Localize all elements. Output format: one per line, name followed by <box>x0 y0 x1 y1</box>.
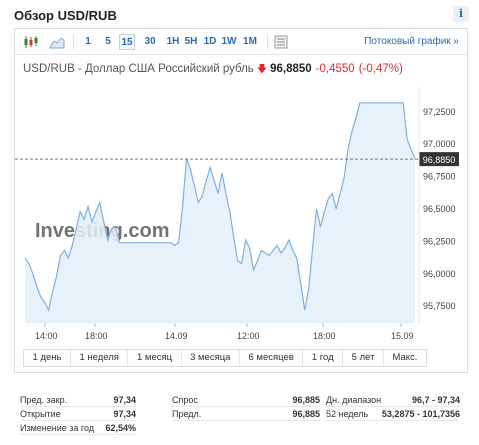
x-tick-label: 15.09 <box>391 331 414 341</box>
page-title: Обзор USD/RUB <box>14 8 117 23</box>
x-tick-label: 18:00 <box>85 331 108 341</box>
stat-label: Открытие <box>20 409 61 419</box>
stat-label: Спрос <box>172 395 198 405</box>
y-tick-label: 97,2500 <box>423 107 456 117</box>
stat-value: 96,7 - 97,34 <box>411 395 460 405</box>
chart-toolbar: 1 5 15 30 1H 5H 1D 1W 1M Потоковый график » <box>15 29 467 55</box>
y-tick-label: 96,2500 <box>423 236 456 246</box>
range-button-3[interactable]: 3 месяца <box>182 350 240 366</box>
interval-button-5h[interactable]: 5H <box>183 34 199 50</box>
y-tick-label: 96,0000 <box>423 269 456 279</box>
x-tick-label: 12:00 <box>237 331 260 341</box>
last-value-label: 96,8850 <box>423 155 456 165</box>
interval-button-1d[interactable]: 1D <box>202 34 218 50</box>
y-tick-label: 96,5000 <box>423 204 456 214</box>
stat-row: Предл. 96,885 <box>172 408 320 420</box>
range-button-7[interactable]: Макс. <box>384 350 426 366</box>
range-button-5[interactable]: 1 год <box>303 350 344 366</box>
stat-row: Дн. диапазон 96,7 - 97,34 <box>326 394 460 406</box>
price-chart[interactable]: Investing.com96,885097,250097,000096,750… <box>15 87 467 347</box>
interval-button-1w[interactable]: 1W <box>221 34 237 50</box>
settings-panel-icon[interactable] <box>273 35 289 49</box>
x-tick-label: 14.09 <box>165 331 188 341</box>
price-change: -0,4550 <box>315 63 355 75</box>
stat-value: 96,885 <box>292 409 320 419</box>
y-tick-label: 97,0000 <box>423 139 456 149</box>
price-change-percent: (-0,47%) <box>358 63 403 75</box>
stat-value: 97,34 <box>113 395 136 405</box>
candlestick-icon[interactable] <box>23 35 39 49</box>
streaming-chart-link[interactable]: Потоковый график » <box>364 34 459 50</box>
stat-label: Изменение за год <box>20 423 95 433</box>
down-arrow-icon: 🡇 <box>256 64 268 75</box>
area-chart-icon[interactable] <box>49 35 65 49</box>
range-button-1[interactable]: 1 неделя <box>71 350 129 366</box>
range-button-4[interactable]: 6 месяцев <box>240 350 304 366</box>
interval-button-5[interactable]: 5 <box>101 34 115 50</box>
instrument-name: USD/RUB - Доллар США Российский рубль <box>23 63 254 75</box>
quote-line: USD/RUB - Доллар США Российский рубль 🡇 96… <box>23 62 403 79</box>
interval-button-1m[interactable]: 1M <box>242 34 258 50</box>
info-button[interactable]: i <box>453 6 469 22</box>
stat-label: Предл. <box>172 409 202 419</box>
y-tick-label: 96,7500 <box>423 172 456 182</box>
stat-value: 97,34 <box>113 409 136 419</box>
range-selector: 1 день 1 неделя 1 месяц 3 месяца 6 месяцев 1 … <box>23 349 427 367</box>
stat-value: 62,54% <box>105 423 136 433</box>
range-button-0[interactable]: 1 день <box>24 350 71 366</box>
interval-button-30[interactable]: 30 <box>141 34 159 50</box>
stat-row: 52 недель 53,2875 - 101,7356 <box>326 408 460 420</box>
interval-button-1[interactable]: 1 <box>81 34 95 50</box>
price-area-fill <box>25 102 415 323</box>
stat-value: 96,885 <box>292 395 320 405</box>
stat-row: Пред. закр. 97,34 <box>20 394 136 406</box>
interval-button-15[interactable]: 15 <box>119 34 135 50</box>
range-button-2[interactable]: 1 месяц <box>128 350 182 366</box>
stat-label: 52 недель <box>326 409 369 419</box>
stat-row: Спрос 96,885 <box>172 394 320 406</box>
stat-value: 53,2875 - 101,7356 <box>381 409 460 419</box>
stat-label: Пред. закр. <box>20 395 68 405</box>
range-button-6[interactable]: 5 лет <box>343 350 384 366</box>
interval-button-1h[interactable]: 1H <box>165 34 181 50</box>
x-tick-label: 14:00 <box>35 331 58 341</box>
stat-row: Изменение за год 62,54% <box>20 422 136 434</box>
last-price: 96,8850 <box>270 63 312 75</box>
x-tick-label: 18:00 <box>313 331 336 341</box>
stat-label: Дн. диапазон <box>326 395 382 405</box>
chart-widget: 1 5 15 30 1H 5H 1D 1W 1M Потоковый график » USD/… <box>14 28 468 373</box>
y-tick-label: 95,7500 <box>423 301 456 311</box>
stat-row: Открытие 97,34 <box>20 408 136 420</box>
